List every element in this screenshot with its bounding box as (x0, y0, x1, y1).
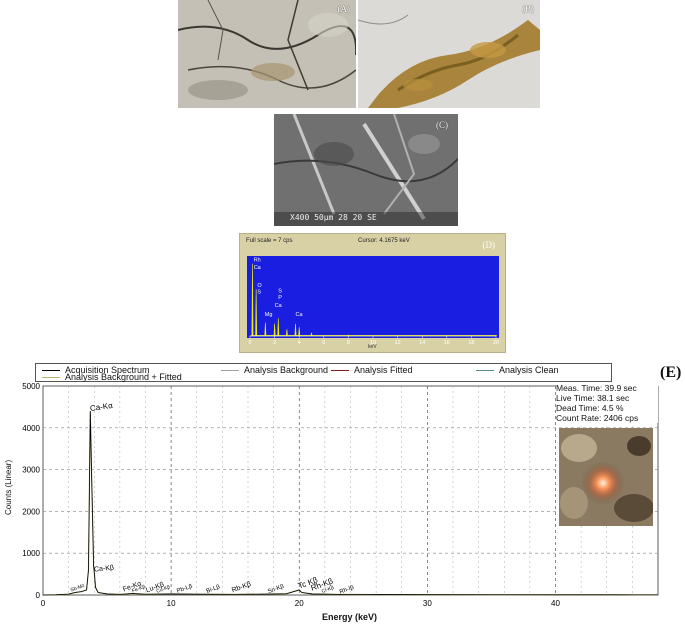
legend-item-background: Analysis Background (221, 365, 328, 375)
sem-image-c: (C) X400 50µm 28 20 SE (274, 114, 458, 226)
y-tick-label: 1000 (22, 549, 40, 558)
legend-swatch-clean (476, 369, 494, 371)
eds-d-peak-label: O (257, 283, 262, 289)
eds-d-peak-label: Rh (254, 257, 261, 263)
eds-d-x-tick-label: 4 (298, 340, 301, 346)
photo-b: (B) (358, 0, 540, 108)
eds-d-x-tick-label: 8 (347, 340, 350, 346)
legend-swatch-bg-fitted (42, 376, 60, 378)
measurement-box: Meas. Time: 39.9 sec Live Time: 38.1 sec… (556, 383, 658, 423)
eds-d-x-tick-label: 2 (273, 340, 276, 346)
legend-label-background: Analysis Background (244, 365, 329, 375)
live-time: Live Time: 38.1 sec (556, 393, 630, 403)
eds-d-peak-label: S (257, 290, 261, 296)
eds-d-x-tick-label: 20 (493, 340, 499, 346)
x-tick-label: 10 (167, 599, 176, 608)
sem-texture (274, 114, 458, 226)
legend-swatch-fitted (331, 369, 349, 371)
legend-swatch-acquisition (42, 369, 60, 371)
y-tick-label: 3000 (22, 466, 40, 475)
panel-label-b: (B) (522, 4, 534, 14)
eds-d-peak-label: Ca (254, 265, 262, 271)
eds-d-x-tick-label: 16 (444, 340, 450, 346)
eds-d-spectrum-fill (249, 263, 498, 337)
sem-scale-text: X400 50µm 28 20 SE (290, 213, 377, 222)
eds-d-x-tick-label: 6 (322, 340, 325, 346)
dead-time: Dead Time: 4.5 % (556, 403, 624, 413)
d-x-unit: keV (368, 344, 377, 350)
legend-label-clean: Analysis Clean (499, 365, 559, 375)
eds-d-x-tick-label: 0 (248, 340, 251, 346)
eds-d-peak-label: P (278, 295, 282, 301)
x-tick-label: 20 (295, 599, 304, 608)
eds-d-peak-label: Ca (296, 312, 304, 318)
y-tick-label: 2000 (22, 507, 40, 516)
legend-swatch-background (221, 369, 239, 371)
panel-label-c: (C) (436, 120, 448, 130)
y-axis-label: Counts (Linear) (4, 459, 13, 515)
inset-photo-texture (559, 428, 653, 526)
eds-d-peak-label: S (278, 289, 282, 295)
eds-d-x-tick-label: 18 (468, 340, 474, 346)
x-tick-label: 0 (41, 599, 46, 608)
eds-d-x-tick-label: 14 (419, 340, 425, 346)
x-tick-label: 40 (551, 599, 560, 608)
panel-label-a: (A) (337, 4, 351, 14)
eds-d-peak-label: Ca (275, 303, 283, 309)
eds-d-x-tick-label: 12 (395, 340, 401, 346)
panel-label-d: (D) (482, 240, 496, 250)
eds-d-peak-label: Mg (265, 312, 273, 318)
y-tick-label: 4000 (22, 424, 40, 433)
legend-item-clean: Analysis Clean (476, 365, 559, 375)
photo-b-texture (358, 0, 540, 108)
inset-photo (559, 428, 653, 526)
cursor-text: Cursor: 4.1675 keV (358, 238, 410, 244)
eds-plot-area: 0 2 4 6 8 10 12 14 16 18 20 Rh Ca O S Mg S P Ca Ca (247, 256, 499, 346)
y-tick-label: 5000 (22, 382, 40, 391)
count-rate: Count Rate: 2406 cps (556, 413, 639, 423)
legend-label-fitted: Analysis Fitted (354, 365, 413, 375)
meas-time: Meas. Time: 39.9 sec (556, 383, 637, 393)
photo-a-texture (178, 0, 356, 108)
full-scale-text: Full scale = 7 cps (246, 238, 293, 244)
photo-a: (A) (178, 0, 356, 108)
legend-item-fitted: Analysis Fitted (331, 365, 413, 375)
eds-panel-d: Full scale = 7 cps Cursor: 4.1675 keV (D… (239, 233, 506, 353)
x-tick-label: 30 (423, 599, 432, 608)
x-axis-label: Energy (keV) (322, 612, 378, 622)
eds-spectrum-d: 0 2 4 6 8 10 12 14 16 18 20RhCaOSMgSPCaCa (248, 257, 499, 346)
